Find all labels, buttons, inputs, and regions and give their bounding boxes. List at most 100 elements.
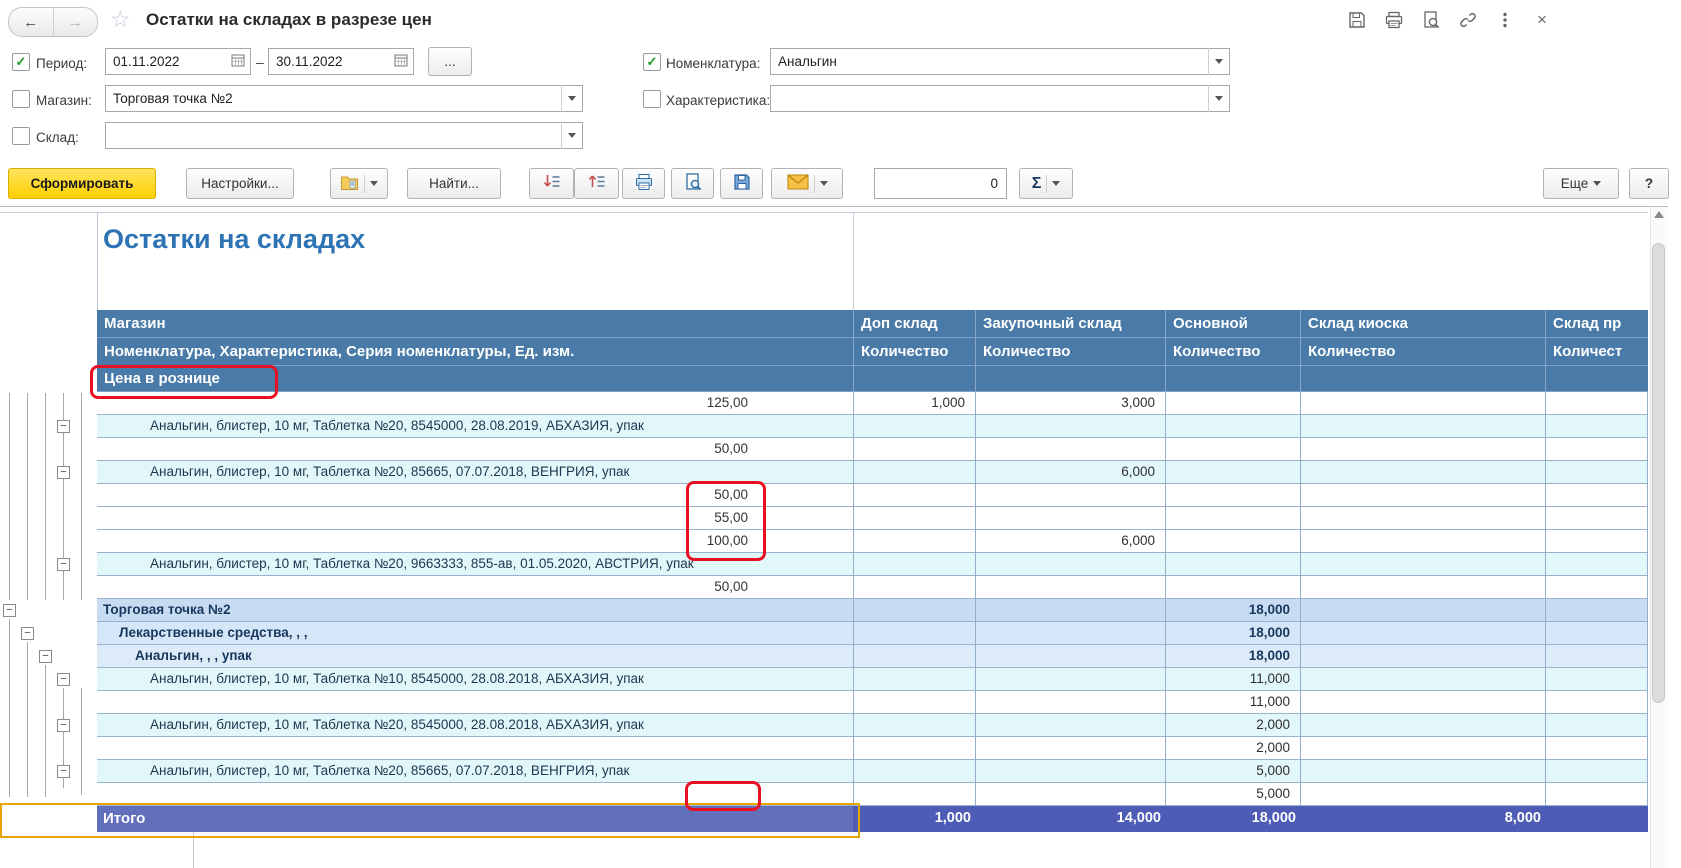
period-label: Период: xyxy=(36,56,87,71)
column-header-zakup: Количество xyxy=(975,338,1165,365)
characteristic-combo[interactable] xyxy=(770,85,1230,112)
collapse-group-box[interactable]: − xyxy=(21,627,34,640)
settings-button[interactable]: Настройки... xyxy=(186,168,294,199)
back-button[interactable]: ← xyxy=(9,8,54,36)
report-row[interactable]: 50,00 xyxy=(97,438,1648,461)
report-row[interactable]: Анальгин, блистер, 10 мг, Таблетка №20, … xyxy=(97,461,1648,484)
report-row[interactable]: Анальгин, блистер, 10 мг, Таблетка №20, … xyxy=(97,553,1648,576)
scrollbar-thumb[interactable] xyxy=(1652,243,1665,703)
report-row[interactable]: 55,00 xyxy=(97,507,1648,530)
dropdown-arrow-icon[interactable] xyxy=(561,85,582,112)
dropdown-arrow-icon xyxy=(1593,181,1601,186)
find-button[interactable]: Найти... xyxy=(407,168,501,199)
more-actions-button[interactable]: Еще xyxy=(1543,168,1619,199)
retail-price-value: 50,00 xyxy=(597,441,748,456)
store-combo[interactable]: Торговая точка №2 xyxy=(105,85,583,112)
store-checkbox[interactable] xyxy=(12,90,30,108)
tree-line xyxy=(27,642,28,797)
quantity-value: 5,000 xyxy=(1169,786,1290,801)
grid-top-line xyxy=(0,212,1648,213)
close-icon[interactable]: × xyxy=(1531,9,1553,31)
report-title: Остатки на складах xyxy=(103,224,365,255)
report-row[interactable]: Анальгин, блистер, 10 мг, Таблетка №20, … xyxy=(97,760,1648,783)
folder-report-icon xyxy=(340,174,359,194)
warehouse-combo[interactable] xyxy=(105,122,583,149)
dropdown-arrow-icon[interactable] xyxy=(561,122,582,149)
column-header-kiosk: Склад киоска xyxy=(1300,310,1545,337)
favorite-star-icon[interactable]: ☆ xyxy=(110,6,131,33)
series-text: Анальгин, блистер, 10 мг, Таблетка №20, … xyxy=(150,464,629,479)
report-row[interactable]: 11,000 xyxy=(97,691,1648,714)
column-header-empty xyxy=(1300,366,1545,391)
report-row[interactable]: 2,000 xyxy=(97,737,1648,760)
report-row[interactable]: Анальгин, блистер, 10 мг, Таблетка №10, … xyxy=(97,668,1648,691)
report-row[interactable]: Торговая точка №218,000 xyxy=(97,599,1648,622)
header-nomenclature: Номенклатура, Характеристика, Серия номе… xyxy=(97,338,853,365)
print-icon[interactable] xyxy=(1383,9,1405,31)
grid-column-line xyxy=(1300,392,1301,832)
expand-groups-button[interactable] xyxy=(529,168,574,199)
nomenclature-combo[interactable]: Анальгин xyxy=(770,48,1230,75)
header-row-store: Магазин Доп складЗакупочный складОсновно… xyxy=(97,310,1648,338)
report-row[interactable]: Лекарственные средства, , ,18,000 xyxy=(97,622,1648,645)
dropdown-arrow-icon[interactable] xyxy=(1208,85,1229,112)
report-row[interactable]: Анальгин, , , упак18,000 xyxy=(97,645,1648,668)
collapse-group-box[interactable]: − xyxy=(57,466,70,479)
grid-column-line xyxy=(1165,392,1166,832)
report-row[interactable]: Анальгин, блистер, 10 мг, Таблетка №20, … xyxy=(97,714,1648,737)
save-blue-icon xyxy=(732,172,752,195)
calendar-icon[interactable] xyxy=(230,52,246,71)
quantity-value: 6,000 xyxy=(979,533,1155,548)
column-header-empty xyxy=(975,366,1165,391)
period-to-input[interactable]: 30.11.2022 xyxy=(268,48,414,75)
characteristic-checkbox[interactable] xyxy=(643,90,661,108)
scroll-up-icon[interactable] xyxy=(1654,211,1664,218)
sum-button[interactable]: Σ xyxy=(1019,168,1073,199)
calendar-icon[interactable] xyxy=(393,52,409,71)
print-preview-button[interactable] xyxy=(671,168,714,199)
collapse-group-box[interactable]: − xyxy=(57,673,70,686)
dropdown-arrow-icon[interactable] xyxy=(1208,48,1229,75)
save-icon[interactable] xyxy=(1346,9,1368,31)
forward-button[interactable]: → xyxy=(54,8,98,36)
period-more-button[interactable]: ... xyxy=(428,47,472,76)
report-row[interactable]: 50,00 xyxy=(97,484,1648,507)
link-icon[interactable] xyxy=(1457,9,1479,31)
more-menu-icon[interactable] xyxy=(1494,9,1516,31)
save-result-button[interactable] xyxy=(720,168,763,199)
column-header-dop: Доп склад xyxy=(853,310,975,337)
period-from-input[interactable]: 01.11.2022 xyxy=(105,48,251,75)
collapse-group-box[interactable]: − xyxy=(57,719,70,732)
help-button[interactable]: ? xyxy=(1629,168,1669,199)
column-header-osn: Основной xyxy=(1165,310,1300,337)
counter-input[interactable]: 0 xyxy=(874,168,1007,199)
collapse-group-box[interactable]: − xyxy=(57,558,70,571)
report-row[interactable]: 125,001,0003,000 xyxy=(97,392,1648,415)
collapse-group-box[interactable]: − xyxy=(39,650,52,663)
preview-blue-icon xyxy=(683,172,703,195)
nomenclature-checkbox[interactable] xyxy=(643,53,661,71)
warehouse-checkbox[interactable] xyxy=(12,127,30,145)
annotation-retail-price xyxy=(90,365,278,399)
generate-button[interactable]: Сформировать xyxy=(8,168,156,199)
report-row[interactable]: 100,006,000 xyxy=(97,530,1648,553)
header-row-nomenclature: Номенклатура, Характеристика, Серия номе… xyxy=(97,338,1648,366)
send-email-button[interactable] xyxy=(771,168,843,199)
quantity-value: 2,000 xyxy=(1169,717,1290,732)
collapse-groups-icon xyxy=(587,173,607,194)
group-text: Торговая точка №2 xyxy=(103,602,231,617)
tree-line xyxy=(9,619,10,797)
period-checkbox[interactable] xyxy=(12,53,30,71)
report-row[interactable]: 50,00 xyxy=(97,576,1648,599)
collapse-group-box[interactable]: − xyxy=(3,604,16,617)
collapse-group-box[interactable]: − xyxy=(57,765,70,778)
preview-icon[interactable] xyxy=(1420,9,1442,31)
print-button[interactable] xyxy=(622,168,665,199)
email-icon xyxy=(787,174,809,193)
report-row[interactable]: Анальгин, блистер, 10 мг, Таблетка №20, … xyxy=(97,415,1648,438)
collapse-group-box[interactable]: − xyxy=(57,420,70,433)
back-arrow-icon: ← xyxy=(23,14,38,31)
collapse-groups-button[interactable] xyxy=(574,168,619,199)
report-variants-button[interactable] xyxy=(330,168,388,199)
tree-line xyxy=(81,393,82,600)
